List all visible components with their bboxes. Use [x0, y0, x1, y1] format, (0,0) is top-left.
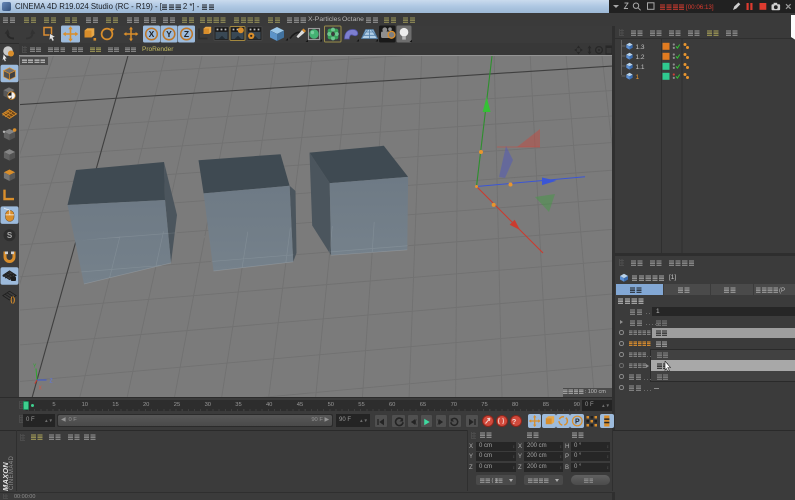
svg-text:Z: Z	[184, 29, 189, 39]
svg-text:Z: Z	[50, 379, 53, 385]
svg-text:Y: Y	[166, 29, 172, 39]
svg-text:1.2: 1.2	[636, 54, 645, 61]
svg-text:X: X	[39, 386, 43, 392]
svg-text:X: X	[149, 29, 155, 39]
svg-text:P: P	[574, 418, 579, 425]
svg-text:1: 1	[636, 74, 640, 81]
svg-text:1.1: 1.1	[636, 64, 645, 71]
svg-text:?: ?	[512, 416, 517, 425]
svg-text:1.3: 1.3	[636, 44, 645, 51]
svg-text:S: S	[7, 231, 13, 240]
svg-text:(): ()	[10, 295, 15, 304]
